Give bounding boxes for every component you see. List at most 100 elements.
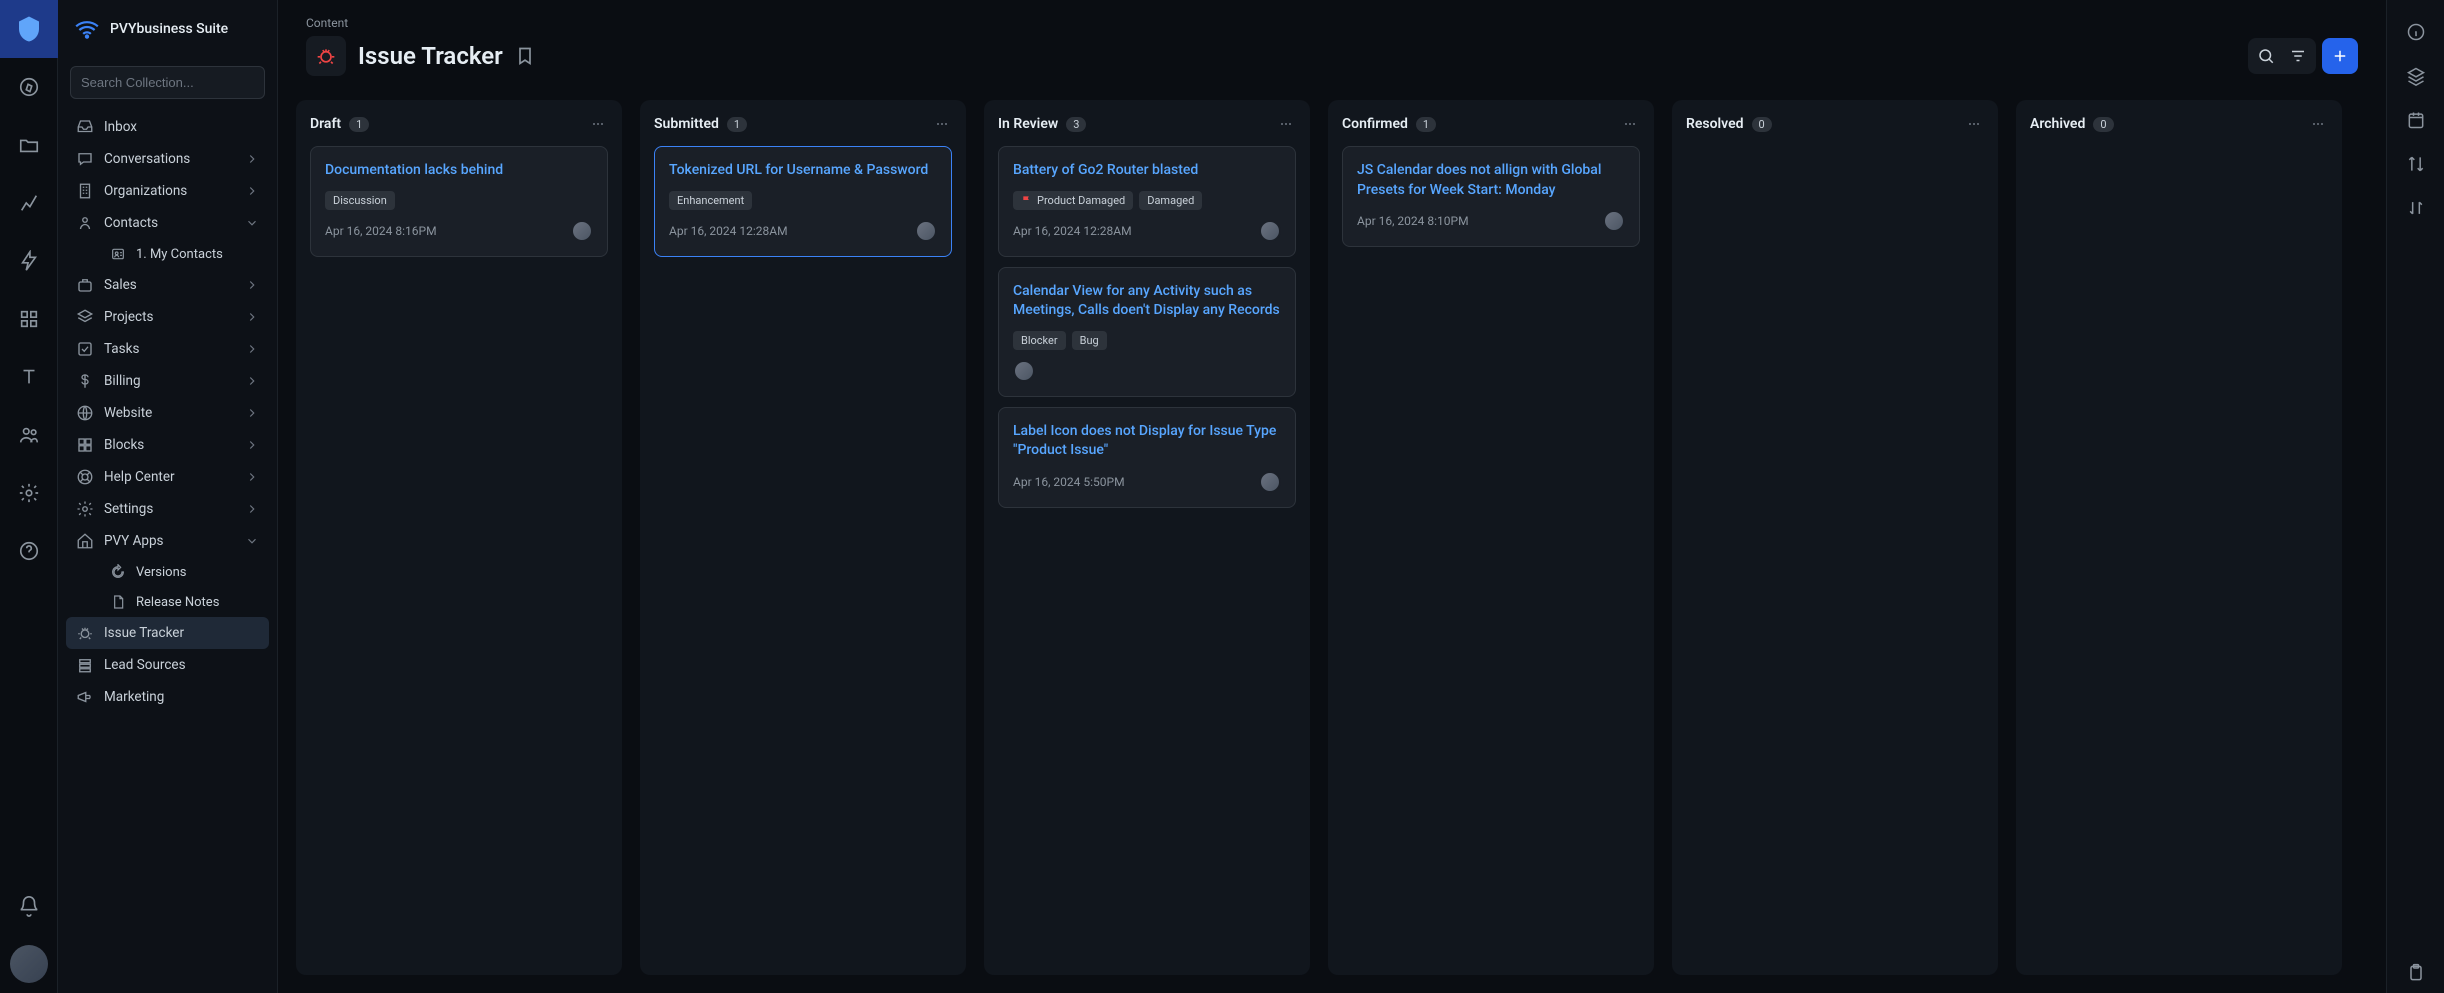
column-title: Submitted <box>654 116 719 132</box>
sidebar-item-inbox[interactable]: Inbox <box>66 111 269 143</box>
column-count: 0 <box>1752 117 1772 132</box>
nav-label: Sales <box>104 277 235 293</box>
right-calendar-icon[interactable] <box>2396 100 2436 140</box>
rail-chart-icon[interactable] <box>0 174 58 232</box>
nav-label: 1. My Contacts <box>136 247 259 262</box>
search-input[interactable] <box>70 66 265 99</box>
assignee-avatar[interactable] <box>1013 360 1035 382</box>
column-menu-button[interactable] <box>1964 114 1984 134</box>
bug-icon <box>316 46 336 66</box>
column-menu-button[interactable] <box>588 114 608 134</box>
rail-compass-icon[interactable] <box>0 58 58 116</box>
right-info-icon[interactable] <box>2396 12 2436 52</box>
column-header: Archived 0 <box>2030 114 2328 134</box>
column-title: Archived <box>2030 116 2085 132</box>
sidebar-item-organizations[interactable]: Organizations <box>66 175 269 207</box>
sidebar-item-billing[interactable]: Billing <box>66 365 269 397</box>
add-button[interactable] <box>2322 38 2358 74</box>
column-header: Submitted 1 <box>654 114 952 134</box>
nav-label: Marketing <box>104 689 259 705</box>
right-rail <box>2386 0 2444 993</box>
right-layers-icon[interactable] <box>2396 56 2436 96</box>
card[interactable]: JS Calendar does not allign with Global … <box>1342 146 1640 247</box>
sidebar-item-issue-tracker[interactable]: Issue Tracker <box>66 617 269 649</box>
column-count: 1 <box>349 117 369 132</box>
column-count: 1 <box>1416 117 1436 132</box>
sidebar-item-contacts[interactable]: Contacts <box>66 207 269 239</box>
card[interactable]: Calendar View for any Activity such as M… <box>998 267 1296 397</box>
sidebar-item-blocks[interactable]: Blocks <box>66 429 269 461</box>
assignee-avatar[interactable] <box>1259 471 1281 493</box>
chevron-right-icon <box>245 278 259 292</box>
rail-gear-icon[interactable] <box>0 464 58 522</box>
sidebar-item-tasks[interactable]: Tasks <box>66 333 269 365</box>
sidebar-item-conversations[interactable]: Conversations <box>66 143 269 175</box>
assignee-avatar[interactable] <box>1259 220 1281 242</box>
right-clipboard-icon[interactable] <box>2396 953 2436 993</box>
column-resolved: Resolved 0 <box>1672 100 1998 975</box>
card-date: Apr 16, 2024 12:28AM <box>1013 224 1132 238</box>
card-date: Apr 16, 2024 5:50PM <box>1013 475 1125 489</box>
column-in-review: In Review 3 Battery of Go2 Router blaste… <box>984 100 1310 975</box>
card[interactable]: Tokenized URL for Username & Password En… <box>654 146 952 257</box>
sidebar-header: PVYbusiness Suite <box>58 0 277 58</box>
card[interactable]: Documentation lacks behind Discussion Ap… <box>310 146 608 257</box>
sidebar-item-lead-sources[interactable]: Lead Sources <box>66 649 269 681</box>
nav-label: Organizations <box>104 183 235 199</box>
sidebar-subitem-versions[interactable]: Versions <box>66 557 269 587</box>
column-header: Draft 1 <box>310 114 608 134</box>
tag: Enhancement <box>669 191 752 210</box>
rail-folder-icon[interactable] <box>0 116 58 174</box>
card-title: Calendar View for any Activity such as M… <box>1013 282 1281 321</box>
column-menu-button[interactable] <box>1276 114 1296 134</box>
card[interactable]: Label Icon does not Display for Issue Ty… <box>998 407 1296 508</box>
nav-label: Versions <box>136 565 259 580</box>
chevron-right-icon <box>245 184 259 198</box>
card[interactable]: Battery of Go2 Router blasted Product Da… <box>998 146 1296 257</box>
assignee-avatar[interactable] <box>1603 210 1625 232</box>
app-logo[interactable] <box>0 0 58 58</box>
rail-bell-icon[interactable] <box>0 877 58 935</box>
sidebar-item-settings[interactable]: Settings <box>66 493 269 525</box>
sidebar-item-help-center[interactable]: Help Center <box>66 461 269 493</box>
sidebar-item-sales[interactable]: Sales <box>66 269 269 301</box>
chevron-right-icon <box>245 470 259 484</box>
rail-help-icon[interactable] <box>0 522 58 580</box>
chevron-right-icon <box>245 310 259 324</box>
bookmark-icon[interactable] <box>515 46 535 66</box>
kanban-board: Draft 1 Documentation lacks behind Discu… <box>278 100 2386 993</box>
user-avatar[interactable] <box>0 935 58 993</box>
column-menu-button[interactable] <box>2308 114 2328 134</box>
search-button[interactable] <box>2250 40 2282 72</box>
nav-label: Issue Tracker <box>104 625 259 641</box>
rail-text-icon[interactable] <box>0 348 58 406</box>
filter-button[interactable] <box>2282 40 2314 72</box>
sidebar-item-projects[interactable]: Projects <box>66 301 269 333</box>
main-header: Content Issue Tracker <box>278 0 2386 100</box>
right-sort-icon[interactable] <box>2396 188 2436 228</box>
column-menu-button[interactable] <box>1620 114 1640 134</box>
page-icon <box>306 36 346 76</box>
nav-label: Billing <box>104 373 235 389</box>
nav-label: Settings <box>104 501 235 517</box>
column-submitted: Submitted 1 Tokenized URL for Username &… <box>640 100 966 975</box>
rail-users-icon[interactable] <box>0 406 58 464</box>
column-count: 0 <box>2093 117 2113 132</box>
column-menu-button[interactable] <box>932 114 952 134</box>
tag: Blocker <box>1013 331 1066 350</box>
column-header: In Review 3 <box>998 114 1296 134</box>
column-draft: Draft 1 Documentation lacks behind Discu… <box>296 100 622 975</box>
nav-label: Help Center <box>104 469 235 485</box>
sidebar-item-marketing[interactable]: Marketing <box>66 681 269 713</box>
assignee-avatar[interactable] <box>915 220 937 242</box>
sidebar-item-pvy-apps[interactable]: PVY Apps <box>66 525 269 557</box>
sidebar-subitem-release-notes[interactable]: Release Notes <box>66 587 269 617</box>
assignee-avatar[interactable] <box>571 220 593 242</box>
chevron-right-icon <box>245 342 259 356</box>
rail-grid-icon[interactable] <box>0 290 58 348</box>
tag: Damaged <box>1139 191 1202 210</box>
sidebar-subitem-1-my-contacts[interactable]: 1. My Contacts <box>66 239 269 269</box>
sidebar-item-website[interactable]: Website <box>66 397 269 429</box>
rail-bolt-icon[interactable] <box>0 232 58 290</box>
right-arrows-icon[interactable] <box>2396 144 2436 184</box>
